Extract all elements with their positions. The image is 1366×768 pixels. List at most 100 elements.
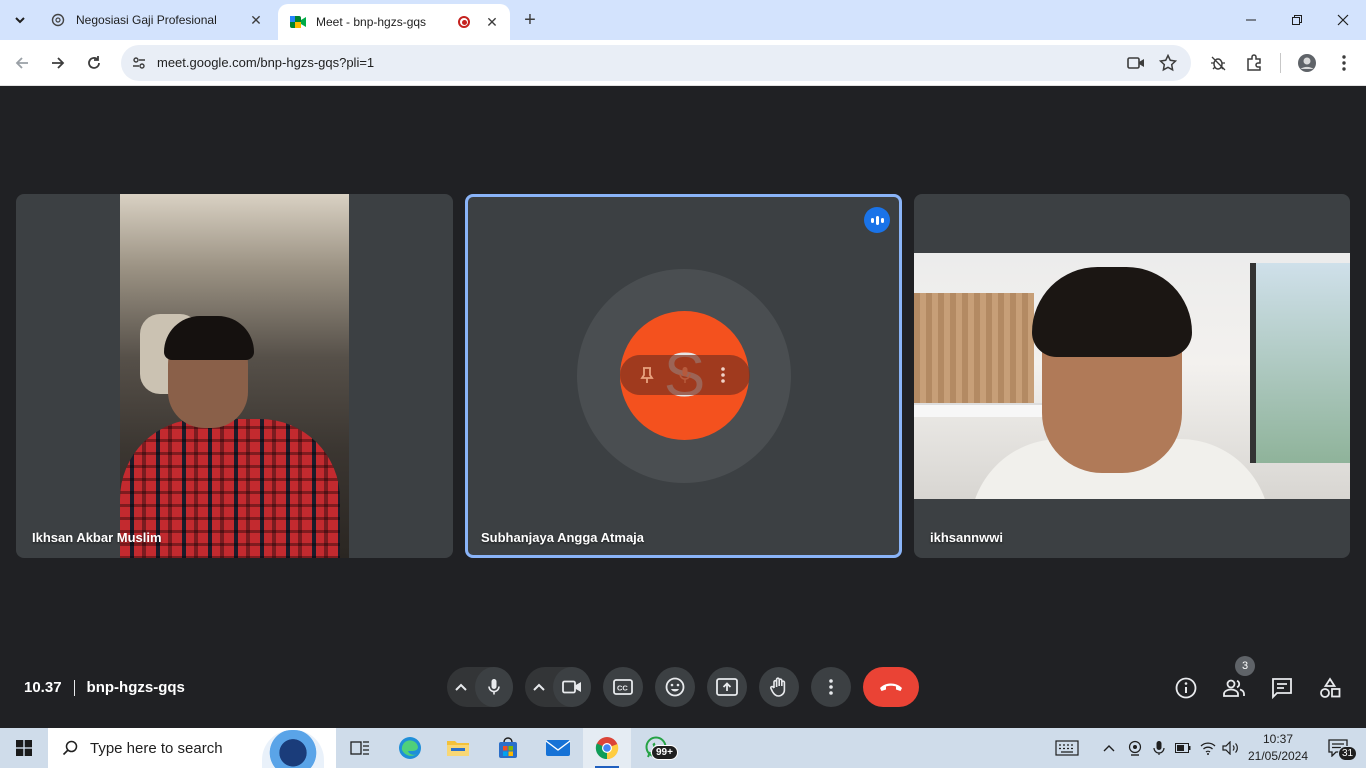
reload-icon — [88, 56, 100, 69]
profile-avatar[interactable] — [1295, 51, 1319, 75]
pin-icon[interactable] — [635, 363, 659, 387]
start-button[interactable] — [0, 728, 48, 768]
people-button[interactable] — [1221, 675, 1247, 701]
reactions-button[interactable] — [655, 667, 695, 707]
minimize-icon — [1246, 19, 1256, 21]
windows-logo-icon — [16, 740, 32, 756]
windows-taskbar: Type here to search 99+ 10:37 21/05/2024… — [0, 728, 1366, 768]
clock-time: 10:37 — [1262, 732, 1294, 746]
keyboard-layout-indicator[interactable] — [1052, 728, 1082, 768]
person-hair — [1032, 267, 1192, 357]
mic-control-group — [447, 667, 513, 707]
captions-button[interactable]: CC — [603, 667, 643, 707]
taskbar-store[interactable] — [484, 728, 532, 768]
participant-video — [914, 253, 1350, 499]
notification-count-badge: 31 — [1338, 746, 1358, 761]
extensions-puzzle-icon[interactable] — [1242, 51, 1266, 75]
taskbar-edge[interactable] — [386, 728, 434, 768]
arrow-right-icon — [52, 57, 65, 69]
whatsapp-unread-badge: 99+ — [651, 745, 678, 760]
meeting-time: 10.37 — [24, 679, 62, 696]
browser-menu-icon[interactable] — [1332, 51, 1356, 75]
tab-title: Meet - bnp-hgzs-gqs — [316, 15, 427, 29]
search-icon — [62, 740, 78, 756]
minimize-button[interactable] — [1228, 0, 1274, 40]
info-divider — [73, 679, 75, 696]
notification-center-button[interactable]: 31 — [1318, 728, 1358, 768]
meeting-details-button[interactable] — [1173, 675, 1199, 701]
back-button[interactable] — [8, 49, 36, 77]
people-count-badge: 3 — [1235, 656, 1255, 676]
extension-bug-icon[interactable] — [1206, 51, 1230, 75]
url-text: meet.google.com/bnp-hgzs-gqs?pli=1 — [157, 55, 375, 70]
search-placeholder: Type here to search — [90, 739, 223, 757]
camera-in-use-icon[interactable] — [1126, 53, 1146, 73]
taskbar-whatsapp[interactable]: 99+ — [633, 728, 681, 768]
battery-indicator[interactable] — [1172, 728, 1194, 768]
restore-button[interactable] — [1274, 0, 1320, 40]
browser-toolbar: meet.google.com/bnp-hgzs-gqs?pli=1 — [0, 40, 1366, 86]
audio-settings-caret[interactable] — [447, 683, 475, 691]
activities-button[interactable] — [1317, 675, 1343, 701]
tab-negosiasi[interactable]: Negosiasi Gaji Profesional ✕ — [38, 0, 274, 40]
search-highlight-image — [262, 730, 324, 768]
camera-button[interactable] — [553, 667, 591, 707]
participant-tile-ikhsan-akbar[interactable]: Ikhsan Akbar Muslim — [16, 194, 453, 558]
chat-button[interactable] — [1269, 675, 1295, 701]
taskbar-mail[interactable] — [534, 728, 582, 768]
tab-title: Negosiasi Gaji Profesional — [76, 13, 217, 27]
show-hidden-icons-button[interactable] — [1098, 728, 1120, 768]
meeting-code: bnp-hgzs-gqs — [86, 679, 185, 696]
microphone-button[interactable] — [475, 667, 513, 707]
more-options-button[interactable] — [811, 667, 851, 707]
reload-button[interactable] — [80, 49, 108, 77]
keyboard-icon — [1055, 740, 1079, 756]
store-bag-icon — [499, 737, 517, 758]
restore-icon — [1292, 15, 1302, 25]
present-to-all-icon — [716, 678, 738, 696]
tab-search-dropdown-button[interactable] — [8, 8, 32, 32]
leave-call-button[interactable] — [863, 667, 919, 707]
hand-icon — [770, 677, 786, 697]
close-window-button[interactable] — [1320, 0, 1366, 40]
address-bar[interactable]: meet.google.com/bnp-hgzs-gqs?pli=1 — [121, 45, 1191, 81]
participant-tile-ikhsannwwi[interactable]: ikhsannwwi — [914, 194, 1350, 558]
tab-meet[interactable]: Meet - bnp-hgzs-gqs ✕ — [278, 4, 510, 40]
mic-in-use-tray[interactable] — [1148, 728, 1170, 768]
tile-hover-controls — [620, 355, 750, 395]
meet-stage: Ikhsan Akbar Muslim S Subhanjaya Angga A… — [0, 87, 1366, 728]
emoji-icon — [665, 677, 685, 697]
forward-button[interactable] — [44, 49, 72, 77]
speaking-indicator-icon — [864, 207, 890, 233]
taskbar-search-box[interactable]: Type here to search — [48, 728, 336, 768]
close-tab-icon[interactable]: ✕ — [248, 12, 264, 28]
bookmark-star-icon[interactable] — [1158, 53, 1178, 73]
taskbar-clock[interactable]: 10:37 21/05/2024 — [1246, 731, 1310, 765]
volume-indicator[interactable] — [1220, 728, 1242, 768]
raise-hand-button[interactable] — [759, 667, 799, 707]
office-window — [1250, 263, 1350, 463]
present-screen-button[interactable] — [707, 667, 747, 707]
new-tab-button[interactable]: + — [518, 9, 542, 33]
chevron-down-icon — [15, 17, 25, 24]
folder-icon — [447, 741, 469, 756]
activities-shapes-icon — [1320, 677, 1341, 698]
wifi-indicator[interactable] — [1197, 728, 1219, 768]
task-view-button[interactable] — [336, 728, 384, 768]
mic-off-icon[interactable] — [673, 363, 697, 387]
close-tab-icon[interactable]: ✕ — [484, 14, 500, 30]
toolbar-divider — [1280, 53, 1281, 73]
participant-tile-subhanjaya[interactable]: S Subhanjaya Angga Atmaja — [465, 194, 902, 558]
closed-captions-icon: CC — [613, 679, 633, 695]
participant-name: Ikhsan Akbar Muslim — [32, 530, 162, 545]
camera-in-use-tray[interactable] — [1124, 728, 1146, 768]
edge-icon — [399, 737, 421, 759]
person-hair — [164, 316, 254, 360]
video-settings-caret[interactable] — [525, 683, 553, 691]
more-options-icon[interactable] — [711, 363, 735, 387]
site-settings-icon[interactable] — [129, 53, 149, 73]
taskbar-file-explorer[interactable] — [434, 728, 482, 768]
chevron-up-icon — [1103, 745, 1115, 752]
taskbar-chrome[interactable] — [583, 728, 631, 768]
recording-icon — [458, 16, 470, 28]
